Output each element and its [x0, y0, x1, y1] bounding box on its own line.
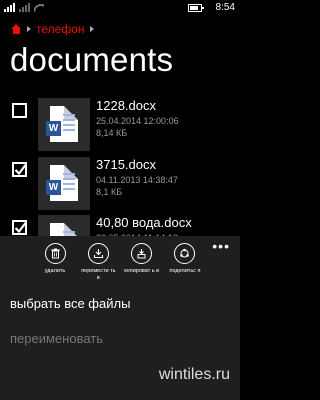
breadcrumb-location[interactable]: телефон	[36, 22, 85, 36]
file-name: 3715.docx	[96, 157, 156, 172]
breadcrumb[interactable]: телефон	[11, 22, 94, 36]
file-date: 04.11.2013 14:38:47	[96, 175, 178, 185]
file-name: 40,80 вода.docx	[96, 215, 192, 230]
select-all-menu-item[interactable]: выбрать все файлы	[10, 296, 130, 311]
chevron-right-icon	[89, 26, 94, 32]
delete-icon	[50, 248, 60, 259]
copy-icon	[137, 249, 146, 259]
signal-2-icon	[19, 3, 30, 12]
signal-icon	[4, 3, 15, 12]
file-name: 1228.docx	[96, 98, 156, 113]
file-size: 8,1 КБ	[96, 187, 123, 197]
more-button[interactable]: •••	[212, 238, 230, 254]
status-bar: 8:54	[0, 0, 240, 16]
checkbox-checked[interactable]	[12, 162, 27, 177]
checkbox[interactable]	[12, 103, 27, 118]
share-label: поделитьс я	[169, 268, 201, 274]
delete-button[interactable]: удалить	[40, 243, 70, 282]
move-icon	[93, 249, 103, 259]
check-icon	[14, 222, 27, 234]
share-icon	[180, 248, 190, 258]
file-date: 25.04.2014 12:00:06	[96, 116, 179, 126]
move-label: перемести ть в	[81, 268, 116, 281]
app-bar: ••• удалить перемести ть в копироват ь в…	[0, 236, 240, 400]
check-icon	[14, 164, 27, 176]
app-bar-actions: удалить перемести ть в копироват ь в под…	[40, 243, 200, 282]
share-button[interactable]: поделитьс я	[170, 243, 200, 282]
page-title: documents	[10, 41, 174, 78]
wifi-icon	[34, 3, 44, 12]
move-button[interactable]: перемести ть в	[81, 243, 116, 282]
file-size: 8,14 КБ	[96, 128, 128, 138]
list-item-file[interactable]: W 1228.docx 25.04.2014 12:00:06 8,14 КБ	[0, 98, 240, 158]
home-icon[interactable]	[11, 24, 22, 34]
copy-button[interactable]: копироват ь в	[124, 243, 160, 282]
copy-label: копироват ь в	[124, 268, 160, 274]
word-file-icon: W	[38, 157, 90, 210]
watermark: wintiles.ru	[158, 366, 230, 383]
battery-icon	[188, 4, 204, 12]
rename-menu-item: переименовать	[10, 331, 103, 346]
checkbox-checked[interactable]	[12, 220, 27, 235]
chevron-right-icon	[27, 26, 31, 32]
delete-label: удалить	[44, 268, 66, 274]
clock: 8:54	[215, 2, 235, 13]
word-file-icon: W	[38, 98, 90, 151]
list-item-file[interactable]: W 3715.docx 04.11.2013 14:38:47 8,1 КБ	[0, 157, 240, 217]
